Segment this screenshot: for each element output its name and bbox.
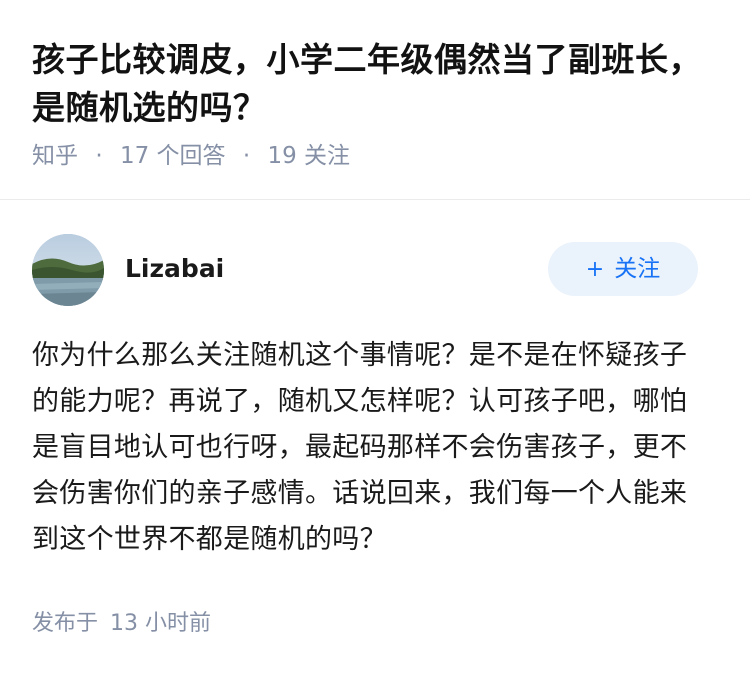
meta-separator: · <box>242 143 251 169</box>
meta-separator: · <box>95 143 103 169</box>
published-time: 13 小时前 <box>110 611 212 636</box>
published-label: 发布于 <box>32 611 99 636</box>
answer-text: 你为什么那么关注随机这个事情呢？是不是在怀疑孩子的能力呢？再说了，随机又怎样呢？… <box>32 340 688 555</box>
question-header: 孩子比较调皮，小学二年级偶然当了副班长，是随机选的吗？ 知乎 · 17 个回答 … <box>32 36 722 172</box>
section-divider <box>0 199 750 200</box>
author-name[interactable]: Lizabai <box>125 252 224 286</box>
question-meta: 知乎 · 17 个回答 · 19 关注 <box>32 140 722 172</box>
answer-content: 你为什么那么关注随机这个事情呢？是不是在怀疑孩子的能力呢？再说了，随机又怎样呢？… <box>32 333 702 563</box>
plus-icon: + <box>585 257 605 282</box>
follow-button-label: 关注 <box>614 256 661 282</box>
answer-count[interactable]: 17 个回答 <box>120 143 226 169</box>
source-label[interactable]: 知乎 <box>32 143 78 169</box>
follower-count[interactable]: 19 关注 <box>267 143 350 169</box>
landscape-avatar-icon <box>32 234 104 306</box>
question-title[interactable]: 孩子比较调皮，小学二年级偶然当了副班长，是随机选的吗？ <box>32 36 722 132</box>
follow-button[interactable]: + 关注 <box>548 242 698 296</box>
avatar[interactable] <box>32 234 104 306</box>
answer-publish-time: 发布于 13 小时前 <box>32 608 211 640</box>
author-row: Lizabai + 关注 <box>32 234 698 306</box>
